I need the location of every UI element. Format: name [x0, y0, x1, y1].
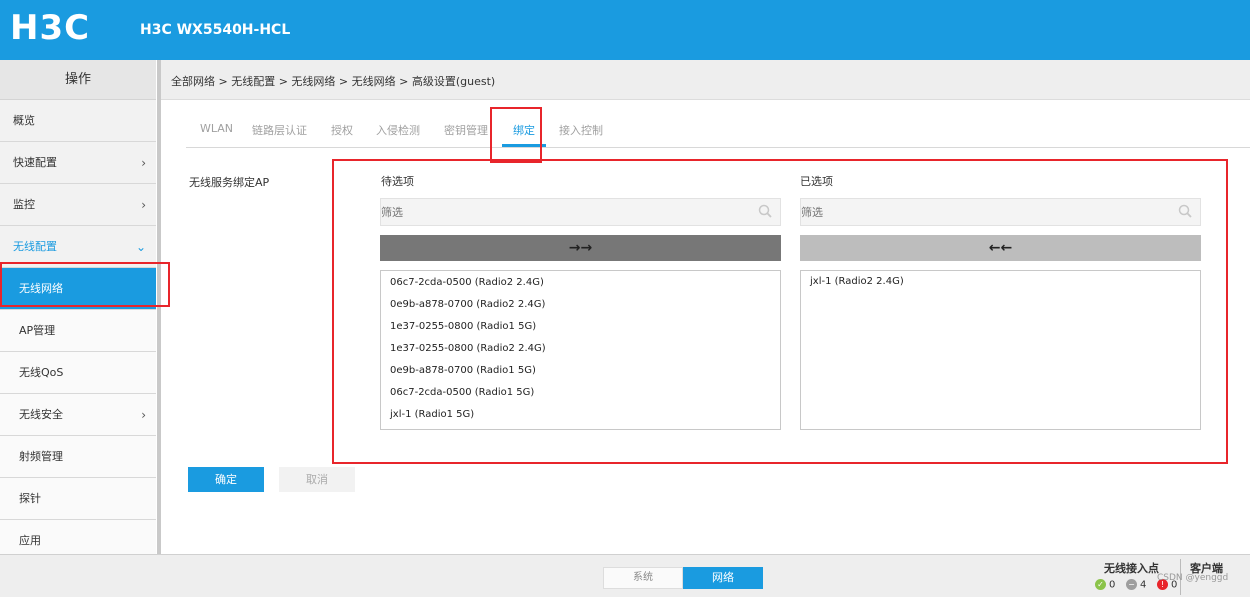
list-item[interactable]: 06c7-2cda-0500 (Radio2 2.4G)	[381, 272, 780, 294]
sidebar-heading: 操作	[0, 60, 156, 100]
tab-link-auth[interactable]: 链路层认证	[252, 122, 307, 138]
sidebar-item-monitor[interactable]: 监控 ›	[0, 184, 156, 226]
available-title: 待选项	[381, 175, 414, 188]
available-list[interactable]: 06c7-2cda-0500 (Radio2 2.4G) 0e9b-a878-0…	[380, 270, 781, 430]
available-filter-input[interactable]	[381, 199, 741, 225]
move-left-button[interactable]: ←←	[800, 235, 1201, 261]
list-item[interactable]: jxl-1 (Radio1 5G)	[381, 404, 780, 426]
sidebar-item-overview[interactable]: 概览	[0, 100, 156, 142]
list-item[interactable]: 1e37-0255-0800 (Radio1 5G)	[381, 316, 780, 338]
minus-icon: −	[1126, 579, 1137, 590]
search-icon	[1178, 204, 1192, 218]
tab-authorization[interactable]: 授权	[331, 122, 353, 138]
sidebar-item-quick-config[interactable]: 快速配置 ›	[0, 142, 156, 184]
selected-filter-input[interactable]	[801, 199, 1161, 225]
watermark: CSDN @yenggd	[1157, 573, 1229, 583]
tab-key-management[interactable]: 密钥管理	[444, 122, 488, 138]
chevron-down-icon: ⌄	[135, 240, 146, 254]
list-item[interactable]: 06c7-2cda-0500 (Radio1 5G)	[381, 382, 780, 404]
chevron-right-icon: ›	[141, 408, 146, 422]
sidebar-item-radio-management[interactable]: 射频管理	[0, 436, 156, 478]
sidebar-item-label: 无线网络	[19, 282, 63, 295]
sidebar-item-wireless-config[interactable]: 无线配置 ⌄	[0, 226, 156, 268]
tab-wlan[interactable]: WLAN	[200, 122, 233, 135]
sidebar-item-wireless-network[interactable]: 无线网络	[0, 268, 156, 310]
tab-binding[interactable]: 绑定	[513, 122, 535, 138]
ap-status-label: 无线接入点	[1104, 562, 1159, 575]
sidebar: 操作 概览 快速配置 › 监控 › 无线配置 ⌄ 无线网络 AP管理 无线QoS 无线…	[0, 60, 156, 562]
list-item[interactable]: 0e9b-a878-0700 (Radio2 2.4G)	[381, 294, 780, 316]
selected-title: 已选项	[800, 175, 833, 188]
selected-list[interactable]: jxl-1 (Radio2 2.4G)	[800, 270, 1201, 430]
sidebar-item-wireless-qos[interactable]: 无线QoS	[0, 352, 156, 394]
selected-filter	[800, 198, 1201, 226]
sidebar-item-label: 快速配置	[13, 156, 57, 169]
sidebar-item-label: 应用	[19, 534, 41, 547]
sidebar-scrollbar[interactable]	[157, 60, 161, 554]
sidebar-item-label: 探针	[19, 492, 41, 505]
ap-offline-stat: −4	[1126, 579, 1146, 591]
sidebar-item-label: 无线安全	[19, 408, 63, 421]
sidebar-item-ap-management[interactable]: AP管理	[0, 310, 156, 352]
bottom-bar: 系统 网络 无线接入点 客户端 ✓ 0 −4 ! 0	[0, 554, 1250, 597]
breadcrumb: 全部网络 > 无线配置 > 无线网络 > 无线网络 > 高级设置(guest)	[171, 75, 496, 88]
ok-button[interactable]: 确定	[188, 467, 264, 492]
sidebar-item-label: 无线配置	[13, 240, 57, 253]
tab-access-control[interactable]: 接入控制	[559, 122, 603, 138]
move-right-button[interactable]: →→	[380, 235, 781, 261]
sidebar-item-probe[interactable]: 探针	[0, 478, 156, 520]
ap-online-stat: ✓ 0	[1095, 579, 1115, 591]
breadcrumb-bar: 全部网络 > 无线配置 > 无线网络 > 无线网络 > 高级设置(guest)	[161, 60, 1250, 100]
tab-bar: WLAN 链路层认证 授权 入侵检测 密钥管理 绑定 接入控制	[186, 118, 1250, 148]
active-tab-indicator	[502, 144, 546, 147]
sidebar-item-wireless-security[interactable]: 无线安全 ›	[0, 394, 156, 436]
system-tab[interactable]: 系统	[603, 567, 683, 589]
check-icon: ✓	[1095, 579, 1106, 590]
binding-field-label: 无线服务绑定AP	[189, 176, 270, 189]
h3c-logo: H3C	[10, 8, 91, 48]
cancel-button[interactable]: 取消	[279, 467, 355, 492]
sidebar-item-label: 无线QoS	[19, 366, 64, 379]
chevron-right-icon: ›	[141, 198, 146, 212]
ap-online-count: 0	[1109, 579, 1116, 591]
list-item[interactable]: jxl-1 (Radio2 2.4G)	[801, 271, 1200, 293]
sidebar-item-label: 监控	[13, 198, 35, 211]
available-filter	[380, 198, 781, 226]
ap-offline-count: 4	[1140, 579, 1147, 591]
sidebar-item-label: 射频管理	[19, 450, 63, 463]
sidebar-item-label: AP管理	[19, 324, 56, 337]
network-tab[interactable]: 网络	[683, 567, 763, 589]
chevron-right-icon: ›	[141, 156, 146, 170]
sidebar-item-label: 概览	[13, 114, 35, 127]
search-icon	[758, 204, 772, 218]
list-item[interactable]: 0e9b-a878-0700 (Radio1 5G)	[381, 360, 780, 382]
tab-intrusion-detection[interactable]: 入侵检测	[376, 122, 420, 138]
device-title: H3C WX5540H-HCL	[140, 22, 291, 38]
list-item[interactable]: 1e37-0255-0800 (Radio2 2.4G)	[381, 338, 780, 360]
top-header: H3C H3C WX5540H-HCL	[0, 0, 1250, 60]
